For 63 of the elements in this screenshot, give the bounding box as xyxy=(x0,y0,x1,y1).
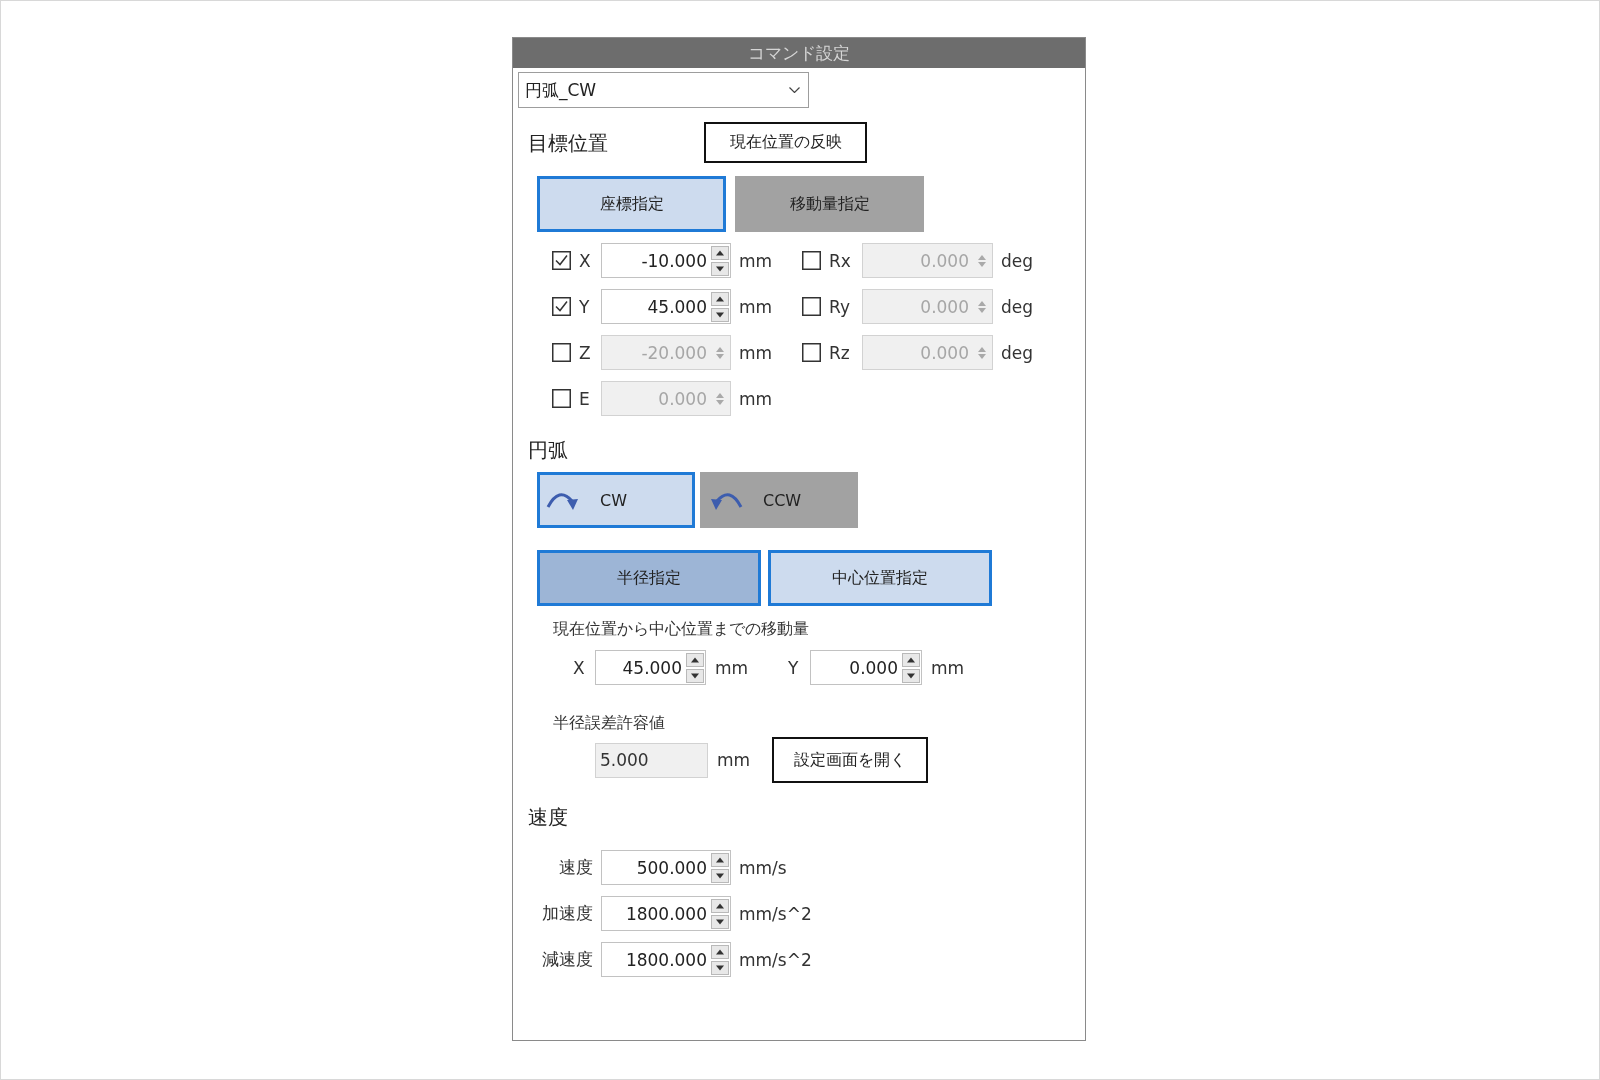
unit-label: mm xyxy=(739,250,773,271)
unit-label: deg xyxy=(1001,250,1034,271)
spin-down-button[interactable] xyxy=(711,960,729,975)
unit-label: deg xyxy=(1001,296,1034,317)
spin-down-button[interactable] xyxy=(711,868,729,883)
direction-toggle-button[interactable]: CCW xyxy=(700,472,858,528)
speed-label: 速度 xyxy=(559,856,593,879)
field-caption: 現在位置から中心位置までの移動量 xyxy=(553,619,809,638)
unit-label: mm xyxy=(717,750,751,770)
spin-down-button[interactable] xyxy=(902,668,920,683)
checkbox[interactable] xyxy=(802,251,821,270)
unit-label: mm/s^2 xyxy=(739,949,812,970)
spin-up-button[interactable] xyxy=(711,245,729,260)
reflect-position-button[interactable]: 現在位置の反映 xyxy=(704,122,867,163)
unit-label: mm xyxy=(715,657,749,678)
spin-down-button[interactable] xyxy=(711,261,729,276)
section-title: 速度 xyxy=(528,805,568,829)
unit-label: mm/s^2 xyxy=(739,903,812,924)
axis-label: Y xyxy=(788,657,799,678)
number-field[interactable]: 5.000 xyxy=(595,742,708,778)
unit-label: mm xyxy=(739,342,773,363)
field-caption: 半径誤差許容値 xyxy=(553,713,665,732)
checkbox[interactable] xyxy=(552,389,571,408)
unit-label: mm/s xyxy=(739,857,787,878)
unit-label: mm xyxy=(739,388,773,409)
unit-label: mm xyxy=(739,296,773,317)
speed-label: 減速度 xyxy=(542,948,593,971)
mode-toggle-button[interactable]: 移動量指定 xyxy=(735,176,924,232)
command-dropdown[interactable]: 円弧_CW xyxy=(518,72,809,108)
open-settings-button[interactable]: 設定画面を開く xyxy=(772,737,928,783)
spin-down-button[interactable] xyxy=(686,668,704,683)
axis-label: Rz xyxy=(829,342,850,363)
spin-up-button[interactable] xyxy=(711,852,729,867)
window-title: コマンド設定 xyxy=(748,43,850,63)
checkbox[interactable] xyxy=(552,343,571,362)
axis-label: Z xyxy=(579,342,591,363)
spin-down-button[interactable] xyxy=(711,914,729,929)
axis-label: X xyxy=(573,657,585,678)
spin-down-button[interactable] xyxy=(711,307,729,322)
mode-toggle-button[interactable]: 座標指定 xyxy=(537,176,726,232)
axis-label: Ry xyxy=(829,296,850,317)
axis-label: E xyxy=(579,388,590,409)
spin-up-button[interactable] xyxy=(711,944,729,959)
spin-up-button[interactable] xyxy=(711,291,729,306)
unit-label: mm xyxy=(931,657,965,678)
spin-up-button[interactable] xyxy=(902,652,920,667)
axis-label: X xyxy=(579,250,591,271)
checkbox[interactable] xyxy=(802,343,821,362)
spin-up-button[interactable] xyxy=(686,652,704,667)
method-toggle-button[interactable]: 中心位置指定 xyxy=(768,550,992,606)
spin-up-button[interactable] xyxy=(711,898,729,913)
method-toggle-button[interactable]: 半径指定 xyxy=(537,550,761,606)
chevron-down-icon xyxy=(789,87,800,93)
checkbox[interactable] xyxy=(552,297,571,316)
direction-toggle-button[interactable]: CW xyxy=(537,472,695,528)
axis-label: Y xyxy=(579,296,590,317)
speed-label: 加速度 xyxy=(542,902,593,925)
axis-label: Rx xyxy=(829,250,851,271)
unit-label: deg xyxy=(1001,342,1034,363)
section-title: 円弧 xyxy=(528,438,568,462)
checkbox[interactable] xyxy=(552,251,571,270)
section-title: 目標位置 xyxy=(528,130,608,155)
checkbox[interactable] xyxy=(802,297,821,316)
